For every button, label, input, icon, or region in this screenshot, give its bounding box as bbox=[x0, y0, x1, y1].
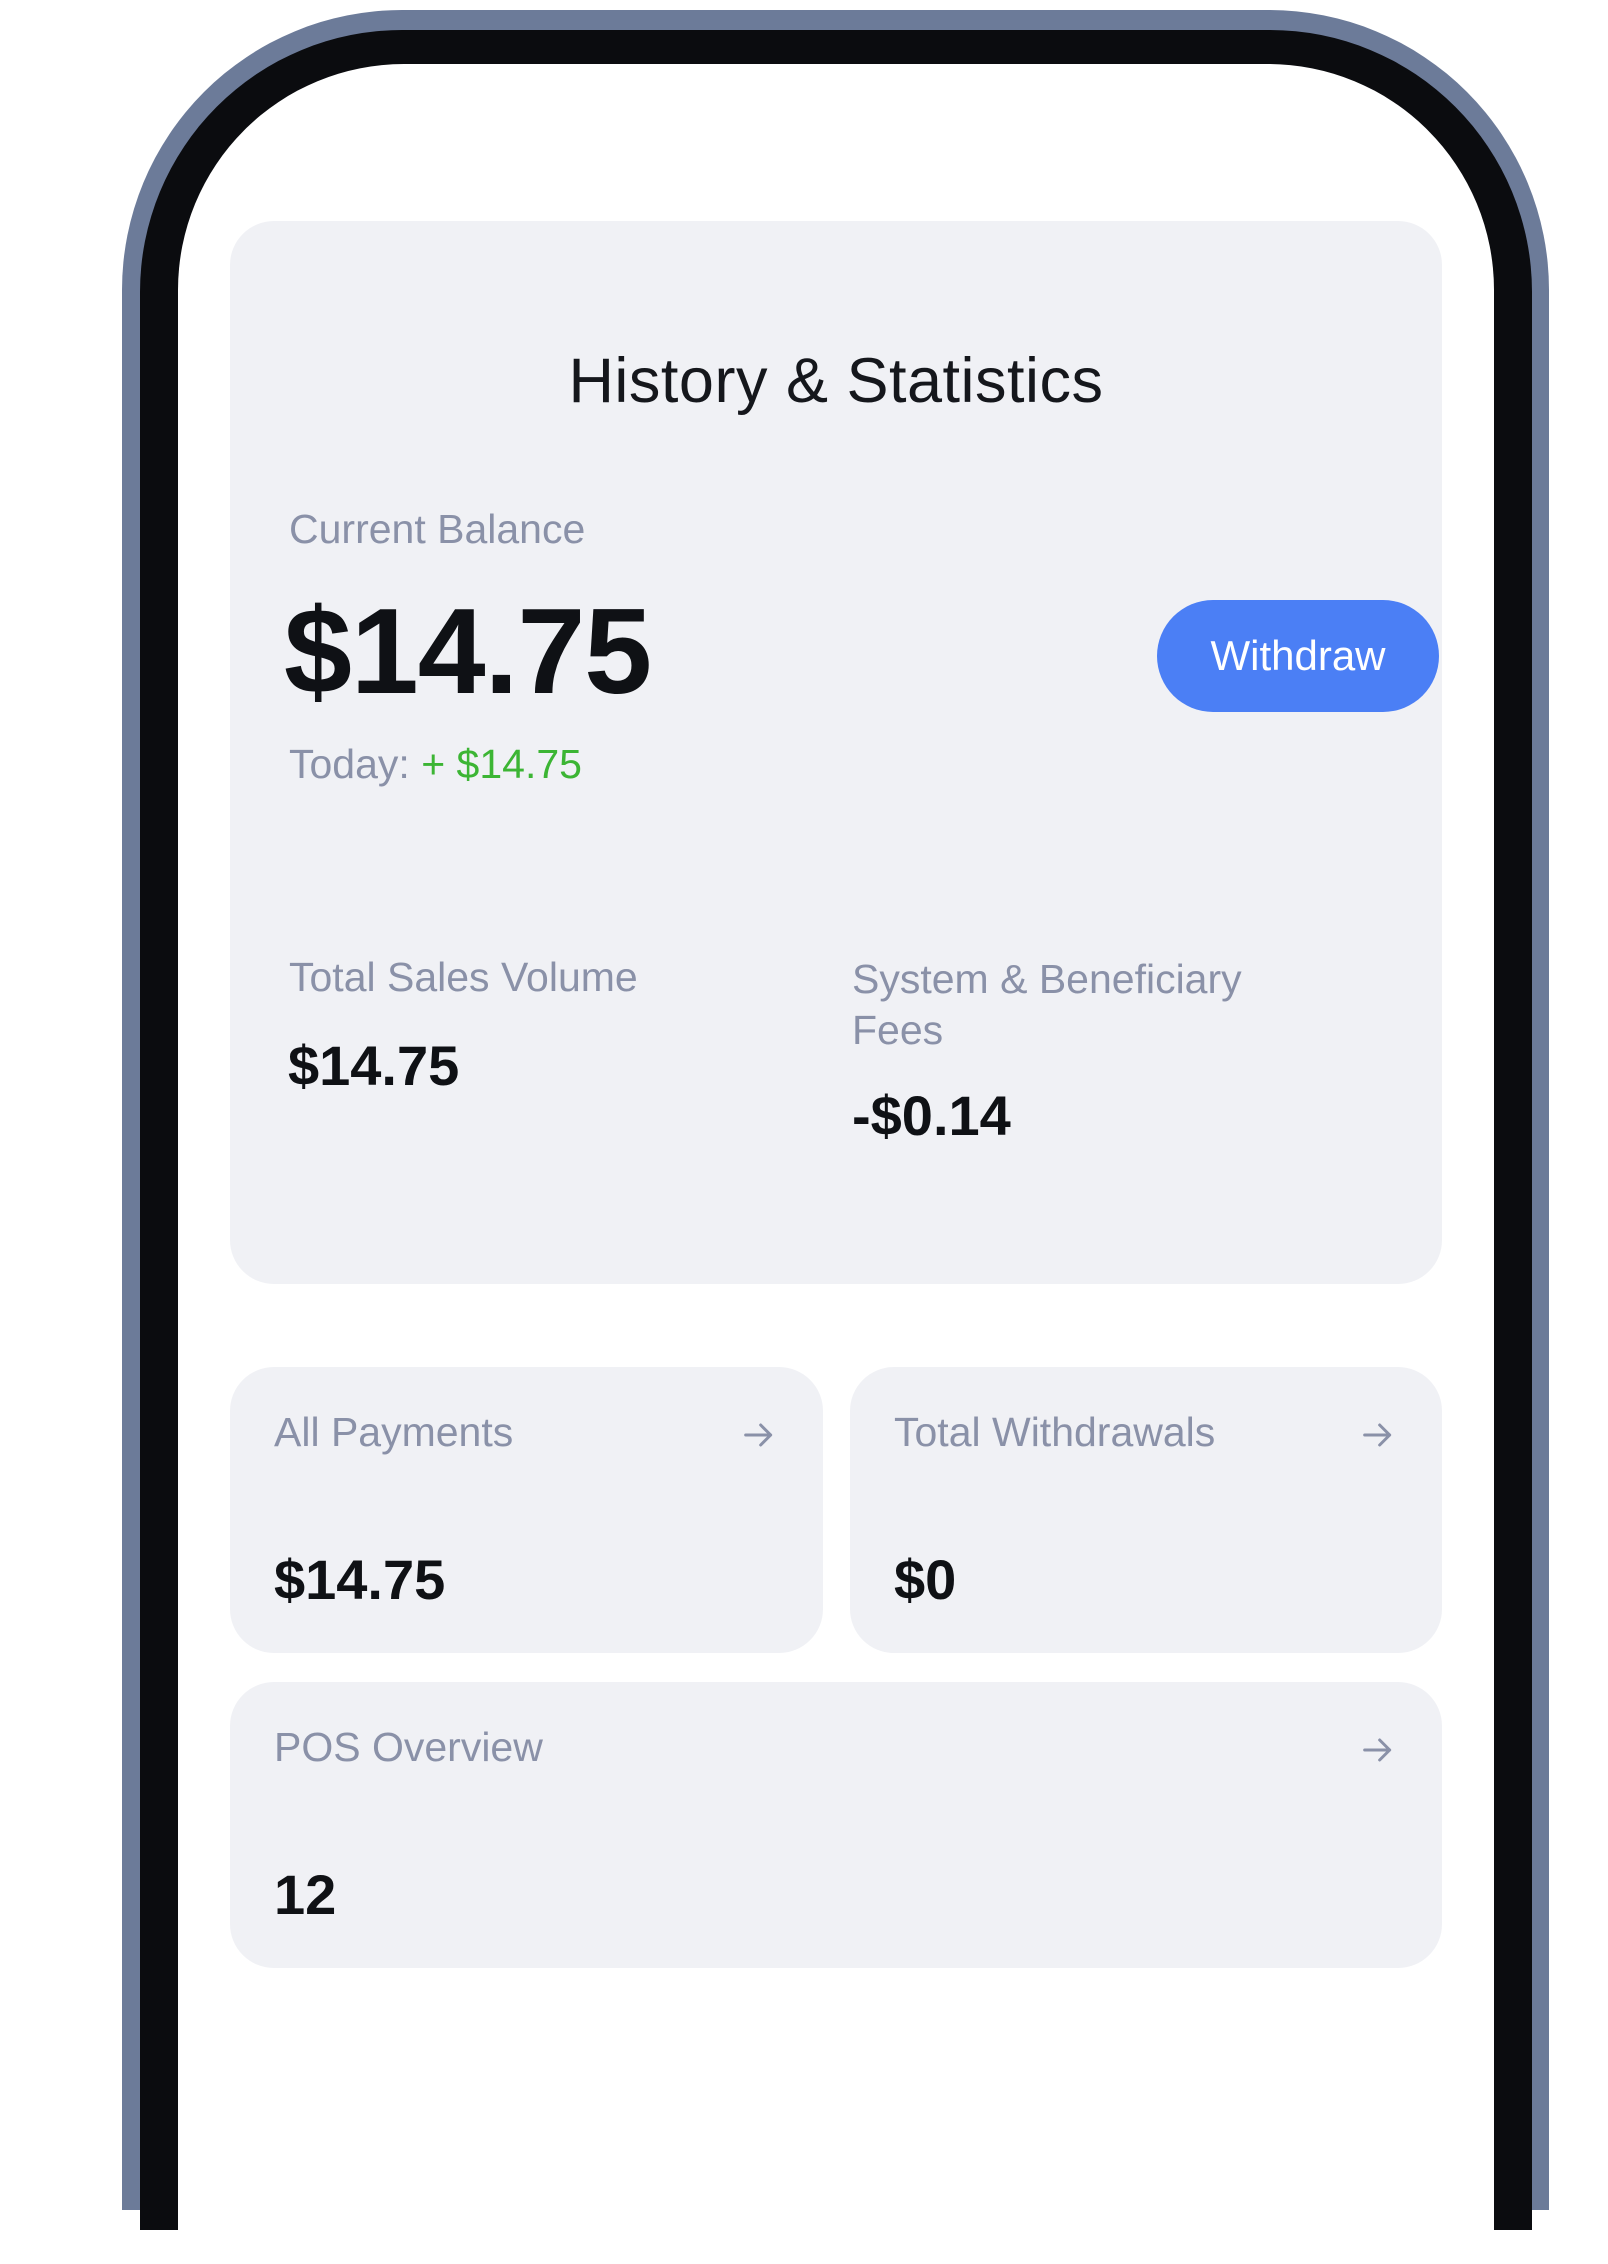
phone-screen: History & Statistics Current Balance $14… bbox=[178, 64, 1494, 2264]
arrow-right-icon bbox=[1363, 1423, 1392, 1447]
total-withdrawals-label: Total Withdrawals bbox=[894, 1409, 1216, 1455]
today-label: Today: bbox=[289, 741, 410, 787]
pos-overview-card[interactable]: POS Overview 12 bbox=[230, 1682, 1442, 1968]
total-withdrawals-card[interactable]: Total Withdrawals $0 bbox=[850, 1367, 1442, 1653]
pos-overview-label: POS Overview bbox=[274, 1724, 543, 1770]
pos-overview-value: 12 bbox=[274, 1863, 337, 1926]
total-withdrawals-value: $0 bbox=[894, 1548, 957, 1611]
total-sales-volume-label: Total Sales Volume bbox=[289, 954, 638, 1000]
total-sales-volume-value: $14.75 bbox=[288, 1034, 460, 1097]
today-change: Today: + $14.75 bbox=[289, 741, 582, 788]
fees-label: System & Beneficiary Fees bbox=[852, 956, 1242, 1053]
current-balance-label: Current Balance bbox=[289, 506, 586, 552]
all-payments-value: $14.75 bbox=[274, 1548, 446, 1611]
today-value: + $14.75 bbox=[421, 741, 582, 787]
balance-stats-card: History & Statistics Current Balance $14… bbox=[230, 221, 1442, 1284]
current-balance-value: $14.75 bbox=[284, 583, 652, 719]
all-payments-card[interactable]: All Payments $14.75 bbox=[230, 1367, 823, 1653]
page-title: History & Statistics bbox=[568, 346, 1104, 416]
arrow-right-icon bbox=[744, 1423, 773, 1447]
fees-value: -$0.14 bbox=[852, 1084, 1011, 1147]
all-payments-label: All Payments bbox=[274, 1409, 514, 1455]
arrow-right-icon bbox=[1363, 1738, 1392, 1762]
withdraw-button[interactable]: Withdraw bbox=[1157, 600, 1439, 712]
